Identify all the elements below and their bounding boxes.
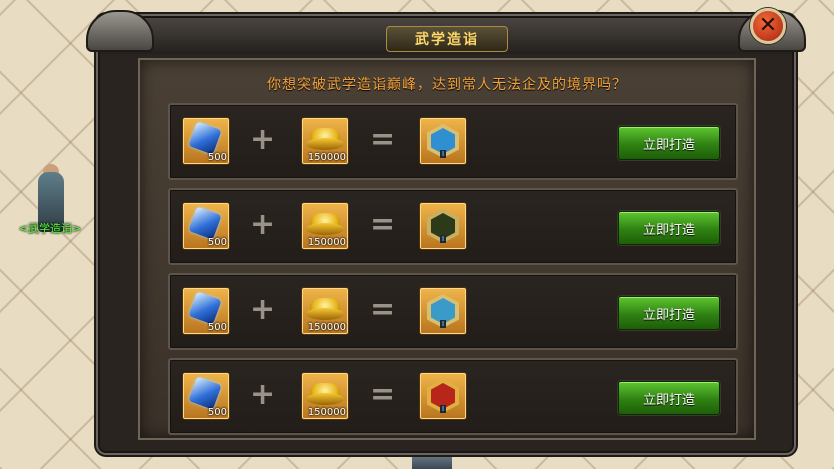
recipe-row: 500 + 150000 = I 立即打造 — [168, 273, 738, 350]
blue-gem-icon — [188, 376, 222, 410]
forge-now-button[interactable]: 立即打造 — [618, 211, 720, 245]
gold-count: 150000 — [307, 322, 346, 333]
gem-count: 500 — [207, 407, 227, 418]
npc-name-label: <武学造诣> — [18, 222, 82, 235]
npc-character[interactable]: <武学造诣> — [10, 164, 90, 248]
dialog-title: 武学造诣 — [415, 32, 479, 48]
gem-count: 500 — [207, 237, 227, 248]
recipe-row: 500 + 150000 = I 立即打造 — [168, 188, 738, 265]
gold-slot[interactable]: 150000 — [301, 287, 349, 335]
forge-now-button[interactable]: 立即打造 — [618, 296, 720, 330]
dialog-body: 你想突破武学造诣巅峰，达到常人无法企及的境界吗？ 500 + 150000 = … — [138, 58, 756, 440]
recipe-row: 500 + 150000 = I 立即打造 — [168, 358, 738, 435]
blue-gem-icon — [188, 121, 222, 155]
forge-now-button[interactable]: 立即打造 — [618, 381, 720, 415]
gold-ingot-icon — [306, 128, 344, 150]
gold-count: 150000 — [307, 237, 346, 248]
gem-slot[interactable]: 500 — [182, 287, 230, 335]
equals-sign: = — [370, 377, 396, 412]
equals-sign: = — [370, 292, 396, 327]
reward-slot[interactable]: I — [419, 117, 467, 165]
gold-slot[interactable]: 150000 — [301, 202, 349, 250]
blue-gem-icon — [188, 291, 222, 325]
equals-sign: = — [370, 207, 396, 242]
martial-forge-dialog: 武学造诣 ✕ 你想突破武学造诣巅峰，达到常人无法企及的境界吗？ 500 + 15… — [86, 8, 806, 451]
gold-ingot-icon — [306, 383, 344, 405]
reward-slot[interactable]: I — [419, 202, 467, 250]
close-icon: ✕ — [758, 13, 778, 38]
emblem-rank: I — [440, 405, 446, 413]
gold-ingot-icon — [306, 298, 344, 320]
gold-slot[interactable]: 150000 — [301, 117, 349, 165]
gem-count: 500 — [207, 322, 227, 333]
plus-sign: + — [250, 207, 276, 242]
gem-count: 500 — [207, 152, 227, 163]
gold-count: 150000 — [307, 407, 346, 418]
blue-gem-icon — [188, 206, 222, 240]
title-plaque: 武学造诣 — [386, 26, 508, 52]
plus-sign: + — [250, 377, 276, 412]
plus-sign: + — [250, 122, 276, 157]
gem-slot[interactable]: 500 — [182, 372, 230, 420]
gem-slot[interactable]: 500 — [182, 117, 230, 165]
gold-ingot-icon — [306, 213, 344, 235]
emblem-rank: I — [440, 320, 446, 328]
plus-sign: + — [250, 292, 276, 327]
gem-slot[interactable]: 500 — [182, 202, 230, 250]
close-button[interactable]: ✕ — [750, 8, 786, 44]
emblem-rank: I — [440, 150, 446, 158]
equals-sign: = — [370, 122, 396, 157]
dialog-question: 你想突破武学造诣巅峰，达到常人无法企及的境界吗？ — [267, 77, 627, 93]
gold-count: 150000 — [307, 152, 346, 163]
forge-now-button[interactable]: 立即打造 — [618, 126, 720, 160]
reward-slot[interactable]: I — [419, 287, 467, 335]
emblem-rank: I — [440, 235, 446, 243]
gold-slot[interactable]: 150000 — [301, 372, 349, 420]
dragon-ornament-left — [86, 10, 154, 52]
recipe-row: 500 + 150000 = I 立即打造 — [168, 103, 738, 180]
reward-slot[interactable]: I — [419, 372, 467, 420]
